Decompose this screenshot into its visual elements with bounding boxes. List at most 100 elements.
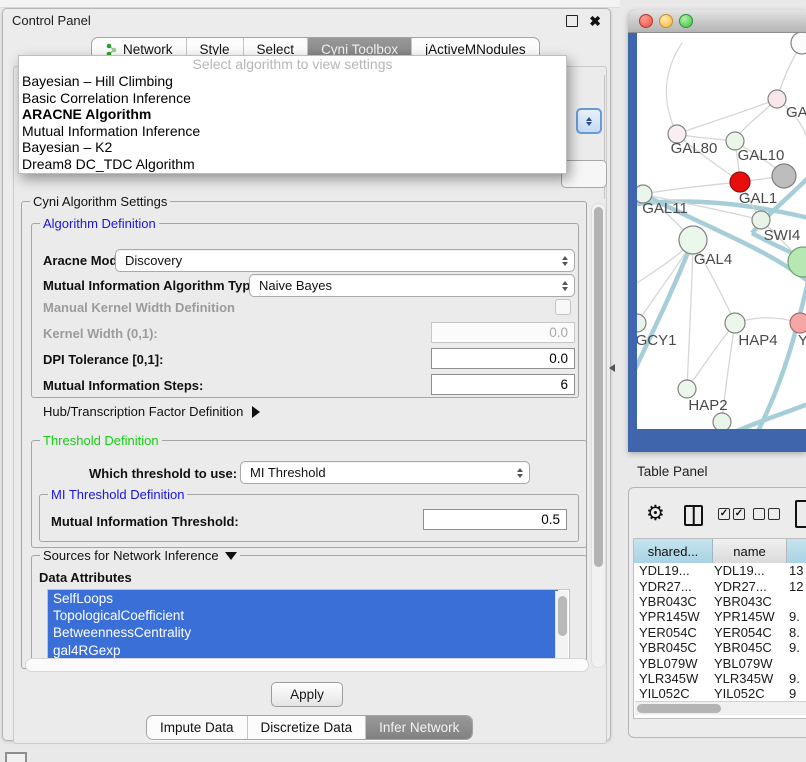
table-cell: 9. [785, 671, 806, 686]
network-graph[interactable]: GALGAL80GAL10GAL1GAL11SWI4GAL4GCY1HAP4YH… [637, 33, 806, 429]
algorithm-option[interactable]: Basic Correlation Inference [19, 90, 566, 107]
select-all-checkboxes-icon[interactable]: ✓✓ [718, 508, 745, 520]
cyni-algorithm-settings-title: Cyni Algorithm Settings [30, 194, 170, 209]
document-icon[interactable] [795, 500, 806, 528]
network-window-titlebar [628, 10, 806, 33]
vertical-scrollbar[interactable] [591, 203, 606, 668]
algorithm-option[interactable]: ARACNE Algorithm [19, 106, 566, 123]
table-row[interactable]: YIL052CYIL052C9 [634, 686, 806, 701]
tab-infer-network[interactable]: Infer Network [366, 716, 472, 739]
node-top[interactable] [791, 33, 806, 54]
which-threshold-select[interactable]: MI Threshold [240, 461, 530, 484]
mi-steps-field[interactable]: 6 [431, 374, 575, 395]
node-bottom[interactable] [713, 413, 731, 429]
tab-discretize-data[interactable]: Discretize Data [248, 716, 367, 739]
node-salmon[interactable] [790, 313, 806, 333]
data-attribute-item[interactable]: BetweennessCentrality [48, 624, 558, 641]
deselect-all-checkboxes-icon[interactable] [753, 508, 780, 520]
float-panel-icon[interactable] [566, 15, 578, 27]
network-edge[interactable] [687, 323, 735, 389]
table-cell: YDR27... [712, 579, 785, 594]
hub-definition-toggle[interactable]: Hub/Transcription Factor Definition [43, 404, 260, 419]
algorithm-option[interactable]: Bayesian – K2 [19, 139, 566, 156]
node-gal11-label: GAL11 [642, 200, 688, 217]
node-hap2[interactable] [678, 380, 696, 398]
apply-button[interactable]: Apply [271, 682, 343, 707]
node-gray[interactable] [772, 164, 796, 188]
expand-arrow-icon[interactable] [252, 406, 260, 418]
table-row[interactable]: YBR045CYBR045C9. [634, 640, 806, 655]
combo-stepper-icon [562, 281, 568, 291]
table-cell: YBR045C [634, 640, 712, 655]
table-row[interactable]: YDL19...YDL19...13 [634, 563, 806, 578]
algorithm-option[interactable]: Dream8 DC_TDC Algorithm [19, 156, 566, 173]
close-window-icon[interactable] [639, 14, 653, 28]
manual-kernel-width-checkbox[interactable] [555, 299, 571, 315]
table-cell: YIL052C [712, 686, 785, 701]
table-scrollbar-thumb[interactable] [637, 704, 721, 713]
threshold-definition-title: Threshold Definition [40, 433, 162, 448]
dpi-tolerance-field[interactable]: 0.0 [431, 348, 575, 369]
table-horizontal-scrollbar[interactable] [635, 701, 806, 715]
table-row[interactable]: YDR27...YDR27...12 [634, 578, 806, 593]
algorithm-option[interactable]: Mutual Information Inference [19, 123, 566, 140]
node-gcy1[interactable] [637, 314, 646, 332]
network-edge[interactable] [677, 99, 777, 134]
data-attribute-item[interactable]: gal4RGexp [48, 642, 558, 659]
sources-group-title: Sources for Network Inference [40, 548, 240, 563]
table-cell: YDL19... [634, 563, 712, 578]
zoom-window-icon[interactable] [679, 14, 693, 28]
node-gal-cut[interactable] [768, 90, 786, 108]
minimize-window-icon[interactable] [659, 14, 673, 28]
tab-impute-data[interactable]: Impute Data [147, 716, 248, 739]
background-combo-fragment [561, 160, 607, 188]
gear-icon[interactable]: ⚙ [646, 501, 665, 525]
table-cell: YBR045C [712, 640, 785, 655]
kernel-width-field[interactable]: 0.0 [431, 322, 575, 343]
column-header-name[interactable]: name [713, 539, 787, 563]
table-row[interactable]: YER054CYER054C8. [634, 625, 806, 640]
list-scrollbar-thumb[interactable] [558, 596, 567, 636]
table-row[interactable]: YLR345WYLR345W9. [634, 671, 806, 686]
list-scrollbar[interactable] [555, 591, 568, 662]
mi-algorithm-type-select[interactable]: Naive Bayes [249, 274, 575, 297]
mutual-information-threshold-field[interactable]: 0.5 [423, 509, 567, 530]
table-row[interactable]: YBL079WYBL079W [634, 655, 806, 670]
network-canvas[interactable]: GALGAL80GAL10GAL1GAL11SWI4GAL4GCY1HAP4YH… [637, 33, 806, 429]
network-edge[interactable] [687, 240, 693, 389]
collapse-arrow-icon[interactable] [225, 552, 237, 560]
network-edge[interactable] [643, 182, 740, 194]
network-edge[interactable] [637, 240, 693, 378]
data-attribute-item[interactable]: SelfLoops [48, 590, 558, 607]
which-threshold-label: Which threshold to use: [89, 466, 237, 481]
close-panel-icon[interactable]: ✖ [589, 16, 601, 26]
node-gal1[interactable] [730, 172, 750, 192]
control-panel-titlebar: Control Panel ✖ [3, 9, 610, 32]
panel-splitter-handle[interactable] [609, 364, 615, 372]
node-table[interactable]: shared...name YDL19...YDL19...13YDR27...… [633, 538, 806, 719]
table-row[interactable]: YBR043CYBR043C [634, 594, 806, 609]
dock-panel-icon[interactable] [5, 752, 27, 762]
data-attributes-list[interactable]: SelfLoopsTopologicalCoefficientBetweenne… [47, 589, 570, 664]
manual-kernel-width-label: Manual Kernel Width Definition [43, 300, 235, 315]
column-header-shared...[interactable]: shared... [634, 539, 713, 563]
table-cell: YER054C [712, 625, 785, 640]
horizontal-scrollbar[interactable] [25, 658, 589, 672]
table-row[interactable]: YPR145WYPR145W9. [634, 609, 806, 624]
background-combo-stepper[interactable] [576, 108, 602, 134]
vertical-scrollbar-thumb[interactable] [594, 207, 603, 567]
column-header-cut[interactable] [787, 539, 806, 563]
kernel-width-label: Kernel Width (0,1): [43, 326, 158, 341]
algorithm-option[interactable]: Bayesian – Hill Climbing [19, 73, 566, 90]
node-salmon-label: Y [798, 332, 806, 349]
data-attribute-item[interactable]: TopologicalCoefficient [48, 607, 558, 624]
mi-algorithm-type-value: Naive Bayes [259, 278, 562, 293]
node-hap4[interactable] [725, 313, 745, 333]
aracne-mode-select[interactable]: Discovery [115, 249, 575, 272]
tab-label: Infer Network [379, 720, 459, 735]
table-panel-title: Table Panel [637, 464, 708, 479]
split-view-icon[interactable] [684, 505, 703, 526]
network-edge[interactable] [666, 43, 682, 134]
combo-stepper-icon [562, 256, 568, 266]
node-gal4[interactable] [679, 226, 707, 254]
